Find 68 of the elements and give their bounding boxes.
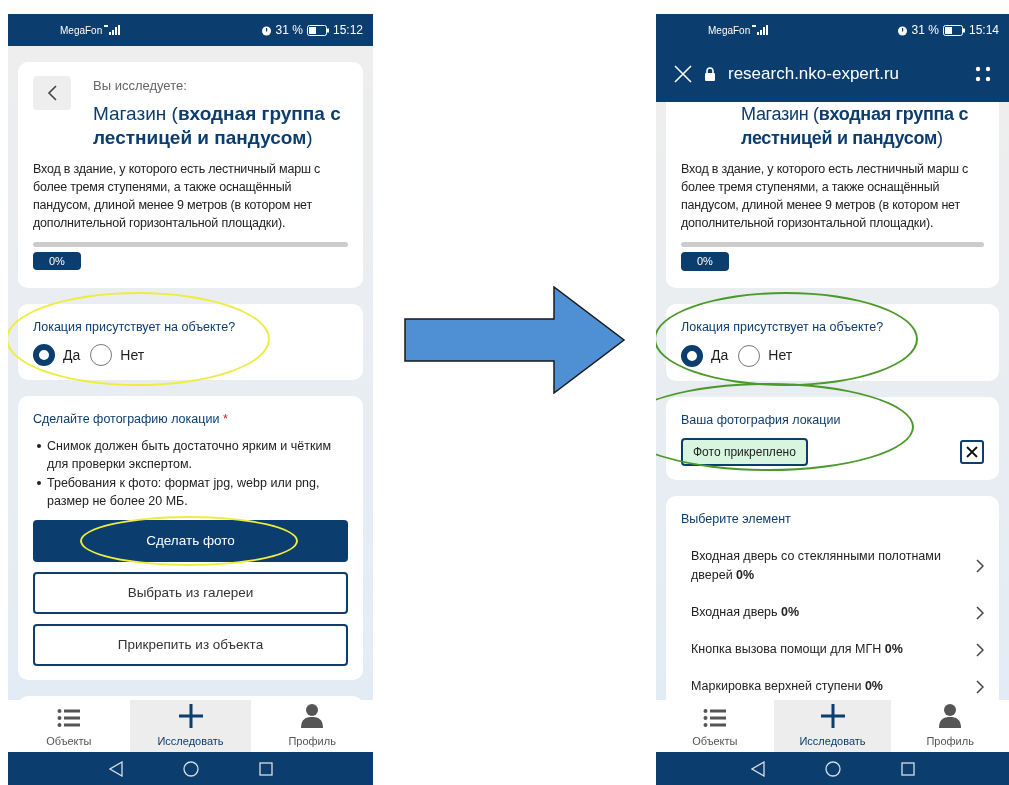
section-title: Выберите элемент bbox=[681, 510, 792, 528]
radio-option[interactable]: Да bbox=[681, 344, 729, 367]
requirement-text: Требования к фото: формат jpg, webp или png, размер не более 20 МБ. bbox=[47, 475, 321, 510]
signal-icon bbox=[752, 25, 769, 35]
list-icon bbox=[702, 707, 727, 728]
chevron-icon bbox=[976, 679, 984, 694]
radio-option[interactable]: Нет bbox=[90, 344, 145, 367]
battery-percent: 31 % bbox=[275, 22, 303, 39]
description-text: Вход в здание, у которого есть лестничный марш с более тремя ступенями, а также оснащённый пандусом, длиной менее 9 метров (в котором нет дополнительной горизонтальной площадки). bbox=[681, 161, 970, 232]
chevron-icon bbox=[976, 642, 984, 657]
element-item[interactable]: Маркировка верхней ступени 0% bbox=[681, 668, 984, 700]
subtitle-text: Вы исследуете: bbox=[93, 77, 188, 95]
nav-tab[interactable]: Исследовать bbox=[129, 700, 252, 752]
take-photo-button[interactable]: Сделать фото bbox=[33, 520, 348, 562]
more-icon[interactable] bbox=[975, 66, 991, 82]
object-title: Магазин (входная группа с лестницей и пандусом) bbox=[741, 103, 970, 150]
description-text: Вход в здание, у которого есть лестничный марш с более тремя ступенями, а также оснащённый пандусом, длиной менее 9 метров (в котором нет дополнительной горизонтальной площадки). bbox=[33, 160, 322, 232]
progress-badge: 0% bbox=[33, 251, 81, 270]
list-icon bbox=[56, 707, 81, 728]
photo-source-button[interactable]: Выбрать из галереи bbox=[33, 572, 348, 614]
nav-tab[interactable]: Объекты bbox=[656, 700, 774, 752]
element-item[interactable]: Кнопка вызова помощи для МГН 0% bbox=[681, 631, 984, 669]
radio-option[interactable]: Да bbox=[33, 344, 81, 367]
person-icon bbox=[301, 703, 324, 728]
close-icon bbox=[966, 445, 978, 458]
question-text: Локация присутствует на объекте? bbox=[33, 318, 237, 336]
section-title: Ваша фотография локации bbox=[681, 411, 842, 429]
home-nav-icon[interactable] bbox=[182, 760, 199, 777]
carrier-name: MegaFon bbox=[60, 23, 103, 38]
requirement-text: Снимок должен быть достаточно ярким и чётким для проверки экспертом. bbox=[47, 438, 332, 473]
nav-tab[interactable]: Объекты bbox=[8, 700, 130, 752]
clock-time: 15:14 bbox=[968, 22, 999, 39]
alarm-icon bbox=[896, 24, 908, 36]
alarm-icon bbox=[260, 24, 272, 36]
recents-nav-icon[interactable] bbox=[258, 761, 273, 776]
element-item[interactable]: Входная дверь со стеклянными полотнами дверей 0% bbox=[681, 538, 984, 595]
back-nav-icon[interactable] bbox=[750, 760, 765, 777]
progress-badge: 0% bbox=[681, 252, 729, 271]
remove-button[interactable] bbox=[960, 439, 984, 464]
lock-icon bbox=[704, 67, 716, 81]
nav-tab[interactable]: Профиль bbox=[251, 700, 373, 752]
clock-time: 15:12 bbox=[332, 22, 363, 39]
carrier-name: MegaFon bbox=[708, 23, 751, 38]
back-button[interactable] bbox=[33, 76, 71, 110]
battery-percent: 31 % bbox=[911, 22, 939, 39]
chevron-icon bbox=[976, 605, 984, 620]
recents-nav-icon[interactable] bbox=[900, 761, 915, 776]
photo-source-button[interactable]: Прикрепить из объекта bbox=[33, 624, 348, 666]
home-nav-icon[interactable] bbox=[824, 760, 841, 777]
nav-tab[interactable]: Исследовать bbox=[773, 700, 892, 752]
plus-icon bbox=[178, 703, 203, 728]
object-title: Магазин (входная группа с лестницей и пандусом) bbox=[93, 101, 342, 150]
section-title: Сделайте фотографию локации * bbox=[33, 411, 229, 429]
chevron-icon bbox=[976, 559, 984, 574]
nav-tab[interactable]: Профиль bbox=[891, 700, 1009, 752]
attached-chip: Фото прикреплено bbox=[681, 437, 808, 466]
question-text: Локация присутствует на объекте? bbox=[681, 319, 885, 336]
close-icon[interactable] bbox=[674, 65, 692, 83]
signal-icon bbox=[104, 25, 121, 35]
plus-icon bbox=[820, 703, 845, 728]
battery-icon bbox=[306, 24, 329, 36]
back-icon bbox=[47, 85, 57, 101]
battery-icon bbox=[942, 24, 965, 36]
person-icon bbox=[939, 703, 962, 728]
element-item[interactable]: Входная дверь 0% bbox=[681, 594, 984, 632]
back-nav-icon[interactable] bbox=[108, 760, 123, 777]
url-text: research.nko-expert.ru bbox=[728, 63, 901, 86]
radio-option[interactable]: Нет bbox=[738, 344, 793, 367]
